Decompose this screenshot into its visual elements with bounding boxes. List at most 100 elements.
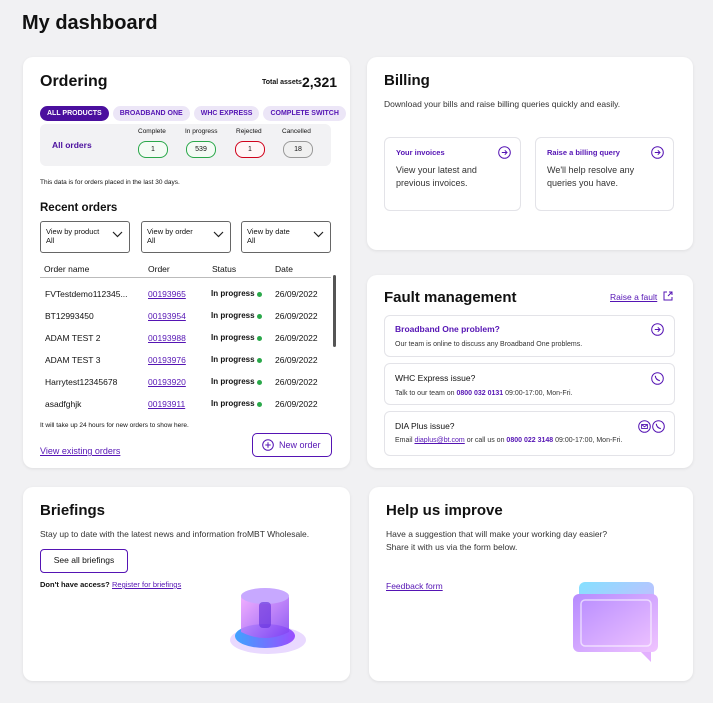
col-status: Status [212, 264, 237, 274]
order-summary: All orders Complete In progress Rejected… [40, 124, 331, 166]
total-assets-value: 2,321 [302, 74, 338, 90]
order-status: In progress [211, 399, 255, 408]
order-number-link[interactable]: 00193965 [148, 289, 186, 299]
col-order-name: Order name [44, 264, 90, 274]
whc-express-desc: Talk to our team on 0800 032 0131 09:00-… [395, 390, 572, 397]
product-filter[interactable]: View by product All [40, 221, 130, 253]
help-improve-card: Help us improve Have a suggestion that w… [369, 487, 693, 681]
tab-complete-switch[interactable]: COMPLETE SWITCH [263, 106, 346, 121]
arrow-right-circle-icon [651, 146, 664, 159]
order-name: Harrytest12345678 [45, 377, 118, 387]
table-scrollbar[interactable] [333, 275, 336, 347]
billing-desc: Download your bills and raise billing qu… [384, 99, 621, 109]
whc-phone[interactable]: 0800 032 0131 [456, 390, 503, 397]
order-name: ADAM TEST 3 [45, 355, 101, 365]
order-status: In progress [211, 355, 255, 364]
whc-pre-text: Talk to our team on [395, 390, 455, 397]
in-progress-header: In progress [185, 128, 218, 135]
siren-illustration [230, 588, 306, 654]
table-row: ADAM TEST 3 00193976 In progress 26/09/2… [40, 349, 330, 371]
col-order: Order [148, 264, 170, 274]
page-title: My dashboard [22, 12, 158, 34]
order-number-link[interactable]: 00193920 [148, 377, 186, 387]
complete-header: Complete [138, 128, 166, 135]
view-existing-orders-link[interactable]: View existing orders [40, 446, 120, 456]
phone-icon[interactable] [651, 372, 664, 385]
order-date: 26/09/2022 [275, 311, 318, 321]
your-invoices-title: Your invoices [396, 148, 445, 157]
order-status: In progress [211, 311, 255, 320]
external-link-icon [663, 291, 673, 301]
col-date: Date [275, 264, 293, 274]
status-dot [257, 402, 262, 407]
order-number-link[interactable]: 00193954 [148, 311, 186, 321]
all-orders-label: All orders [52, 140, 92, 150]
order-date: 26/09/2022 [275, 333, 318, 343]
date-filter[interactable]: View by date All [241, 221, 331, 253]
table-row: FVTestdemo112345... 00193965 In progress… [40, 283, 330, 305]
chevron-down-icon [313, 231, 324, 238]
table-row: ADAM TEST 2 00193988 In progress 26/09/2… [40, 327, 330, 349]
whc-express-box[interactable]: WHC Express issue? Talk to our team on 0… [384, 363, 675, 405]
billing-query-box[interactable]: Raise a billing query We'll help resolve… [535, 137, 674, 211]
your-invoices-box[interactable]: Your invoices View your latest and previ… [384, 137, 521, 211]
order-status: In progress [211, 333, 255, 342]
order-name: FVTestdemo112345... [45, 289, 128, 299]
cancelled-header: Cancelled [282, 128, 311, 135]
cancelled-count[interactable]: 18 [283, 141, 313, 158]
order-date: 26/09/2022 [275, 355, 318, 365]
order-name: BT12993450 [45, 311, 94, 321]
rejected-header: Rejected [236, 128, 262, 135]
raise-fault-link[interactable]: Raise a fault [610, 292, 657, 302]
tab-all-products[interactable]: ALL PRODUCTS [40, 106, 109, 121]
status-dot [257, 336, 262, 341]
order-number-link[interactable]: 00193976 [148, 355, 186, 365]
fault-title: Fault management [384, 289, 517, 306]
product-tabs: ALL PRODUCTS BROADBAND ONE WHC EXPRESS COMP… [40, 102, 350, 121]
feedback-form-link[interactable]: Feedback form [386, 581, 443, 591]
order-name: ADAM TEST 2 [45, 333, 101, 343]
rejected-count[interactable]: 1 [235, 141, 265, 158]
order-filter[interactable]: View by order All [141, 221, 231, 253]
register-briefings-link[interactable]: Register for briefings [112, 580, 181, 589]
dia-hours: 09:00-17:00, Mon-Fri. [555, 437, 623, 444]
dia-email-link[interactable]: diaplus@bt.com [414, 437, 464, 444]
new-order-label: New order [279, 440, 321, 450]
help-desc-1: Have a suggestion that will make your wo… [386, 529, 608, 539]
tab-broadband-one[interactable]: BROADBAND ONE [112, 106, 190, 121]
order-status: In progress [211, 289, 255, 298]
phone-icon[interactable] [652, 420, 665, 433]
dia-plus-box[interactable]: DIA Plus issue? Email diaplus@bt.com or … [384, 411, 675, 456]
billing-title: Billing [384, 72, 430, 89]
orders-footer-note: It will take up 24 hours for new orders … [40, 422, 189, 429]
broadband-one-desc: Our team is online to discuss any Broadb… [395, 341, 583, 348]
in-progress-count[interactable]: 539 [186, 141, 216, 158]
arrow-right-circle-icon [498, 146, 511, 159]
order-name: asadfghjk [45, 399, 82, 409]
briefings-desc: Stay up to date with the latest news and… [40, 529, 310, 539]
tab-whc-express[interactable]: WHC EXPRESS [193, 106, 260, 121]
billing-card: Billing Download your bills and raise bi… [367, 57, 693, 250]
broadband-one-title: Broadband One problem? [395, 324, 500, 334]
billing-query-title: Raise a billing query [547, 148, 620, 157]
new-order-button[interactable]: New order [252, 433, 332, 457]
order-number-link[interactable]: 00193988 [148, 333, 186, 343]
help-title: Help us improve [386, 502, 503, 519]
dia-phone[interactable]: 0800 022 3148 [506, 437, 553, 444]
dia-plus-title: DIA Plus issue? [395, 421, 455, 431]
status-dot [257, 380, 262, 385]
access-text: Don't have access? [40, 580, 110, 589]
order-number-link[interactable]: 00193911 [148, 399, 185, 409]
chevron-down-icon [112, 231, 123, 238]
see-all-briefings-button[interactable]: See all briefings [40, 549, 128, 573]
dia-plus-desc: Email diaplus@bt.com or call us on 0800 … [395, 437, 622, 444]
plus-circle-icon [262, 439, 274, 451]
complete-count[interactable]: 1 [138, 141, 168, 158]
help-desc-2: Share it with us via the form below. [386, 542, 518, 552]
total-assets-label: Total assets [262, 79, 302, 86]
broadband-one-box[interactable]: Broadband One problem? Our team is onlin… [384, 315, 675, 357]
dia-pre-text: Email [395, 437, 413, 444]
briefings-card: Briefings Stay up to date with the lates… [23, 487, 350, 681]
orders-table-header: Order name Order Status Date [40, 263, 331, 278]
email-icon[interactable] [638, 420, 651, 433]
